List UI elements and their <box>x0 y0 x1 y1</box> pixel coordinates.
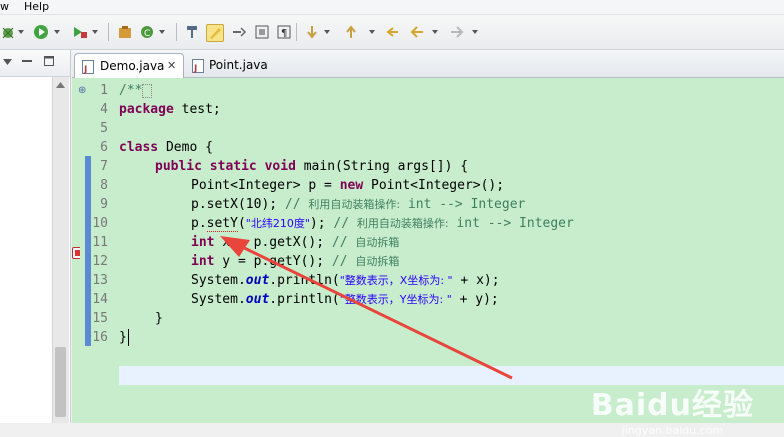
back-dropdown[interactable] <box>432 24 440 40</box>
baidu-watermark: Baidu经验 jingyan.baidu.com <box>591 380 754 437</box>
forward-icon[interactable] <box>449 24 465 40</box>
svg-text:¶: ¶ <box>281 28 287 39</box>
new-class-dropdown[interactable] <box>159 24 167 40</box>
menu-help[interactable]: Help <box>24 0 49 14</box>
annotation-arrow <box>220 236 513 380</box>
previous-annotation-dropdown[interactable] <box>369 24 377 40</box>
scroll-up-icon[interactable] <box>56 82 65 88</box>
coverage-icon[interactable] <box>72 24 88 40</box>
toolbar-separator <box>108 23 109 41</box>
maximize-icon[interactable] <box>44 56 54 66</box>
open-type-icon[interactable] <box>184 24 200 40</box>
new-class-icon[interactable]: C <box>139 24 155 40</box>
forward-dropdown[interactable] <box>472 24 480 40</box>
block-selection-icon[interactable] <box>254 24 270 40</box>
scrollbar-thumb[interactable] <box>55 347 66 417</box>
toggle-mark-occurrences-icon[interactable] <box>206 24 224 42</box>
view-header <box>0 50 70 77</box>
show-whitespace-icon[interactable] <box>231 24 247 40</box>
watermark-url: jingyan.baidu.com <box>621 424 724 437</box>
debug-dropdown[interactable] <box>18 24 26 40</box>
debug-icon[interactable] <box>0 24 16 40</box>
run-icon[interactable] <box>33 24 49 40</box>
toolbar-separator <box>296 23 297 41</box>
main-toolbar: C ¶ <box>0 15 784 50</box>
show-paragraph-icon[interactable]: ¶ <box>276 24 292 40</box>
coverage-dropdown[interactable] <box>92 24 100 40</box>
view-menu-icon[interactable] <box>3 59 12 65</box>
next-annotation-icon[interactable] <box>304 24 320 40</box>
new-java-package-icon[interactable] <box>117 24 133 40</box>
watermark-logo-text: Baidu经验 <box>590 388 754 423</box>
menu-window[interactable]: w <box>0 0 9 14</box>
package-explorer-view <box>0 50 71 423</box>
svg-text:C: C <box>144 29 150 39</box>
java-editor: Demo.java ✕ Point.java 1 4 5 6 7 8 9 10 … <box>72 50 784 437</box>
run-dropdown[interactable] <box>54 24 62 40</box>
last-edit-location-icon[interactable] <box>385 24 401 40</box>
previous-annotation-icon[interactable] <box>343 24 359 40</box>
menu-bar: w Help <box>0 0 784 15</box>
toolbar-separator <box>176 23 177 41</box>
next-annotation-dropdown[interactable] <box>324 24 332 40</box>
vertical-scrollbar[interactable] <box>52 77 69 423</box>
minimize-icon[interactable] <box>22 60 32 63</box>
back-icon[interactable] <box>409 24 425 40</box>
